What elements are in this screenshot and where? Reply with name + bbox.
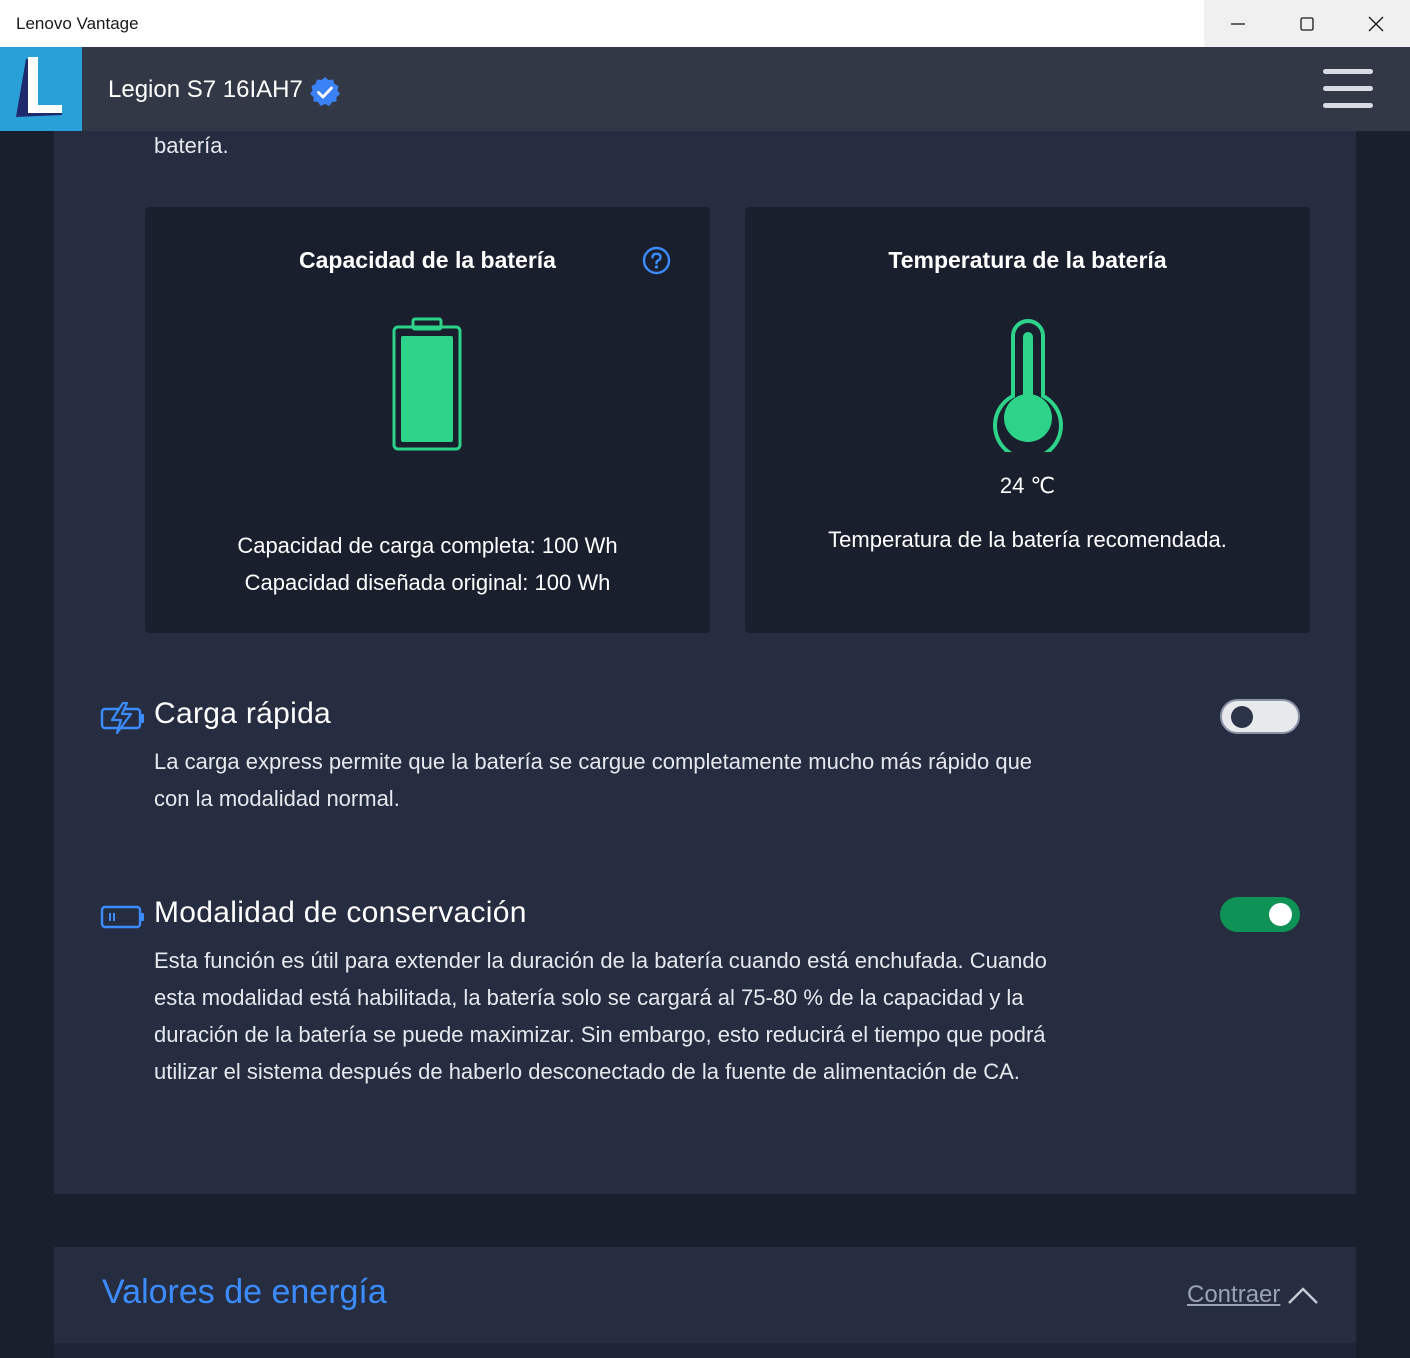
toggle-knob [1269,903,1292,926]
close-icon [1368,16,1384,31]
vantage-logo[interactable] [0,47,82,131]
full-charge-capacity: Capacidad de carga completa: 100 Wh [237,533,618,558]
rapid-charge-icon [100,702,144,734]
conservation-mode-title: Modalidad de conservación [154,896,527,929]
window-title: Lenovo Vantage [16,14,139,33]
battery-capacity-details: Capacidad de carga completa: 100 Wh Capa… [145,527,710,601]
minimize-icon [1231,22,1246,25]
minimize-button[interactable] [1204,0,1273,47]
help-icon[interactable] [642,246,671,275]
toggle-knob [1231,706,1253,728]
hamburger-menu-icon[interactable] [1320,67,1376,113]
app-header: Legion S7 16IAH7 [0,47,1410,131]
intro-text-tail: batería. [154,133,229,158]
collapse-link[interactable]: Contraer [1187,1281,1280,1309]
power-settings-title: Valores de energía [102,1273,387,1311]
conservation-battery-icon [100,905,144,929]
battery-capacity-card: Capacidad de la batería Capacidad de car… [145,207,710,633]
battery-capacity-title: Capacidad de la batería [299,247,556,273]
window-title-bar: Lenovo Vantage [0,0,1410,47]
close-button[interactable] [1341,0,1410,47]
conservation-mode-description: Esta función es útil para extender la du… [154,948,1047,1084]
thermometer-icon [993,319,1063,452]
battery-temperature-status: Temperatura de la batería recomendada. [828,527,1227,552]
maximize-button[interactable] [1273,0,1342,47]
rapid-charge-description: La carga express permite que la batería … [154,749,1033,811]
battery-temperature-title: Temperatura de la batería [888,247,1167,273]
rapid-charge-toggle[interactable] [1220,699,1300,734]
vantage-logo-icon [16,57,62,117]
rapid-charge-title: Carga rápida [154,697,332,730]
verified-badge-icon [310,77,340,106]
battery-full-icon [392,317,462,451]
section-divider [54,1343,1356,1358]
design-capacity: Capacidad diseñada original: 100 Wh [244,570,611,595]
device-name: Legion S7 16IAH7 [108,76,303,103]
battery-temperature-card: Temperatura de la batería 24 ℃ Temperatu… [745,207,1310,633]
conservation-mode-toggle[interactable] [1220,897,1300,932]
chevron-up-icon[interactable] [1287,1285,1319,1305]
window-controls [1204,0,1410,47]
maximize-icon [1300,16,1314,31]
battery-temperature-value: 24 ℃ [999,473,1056,498]
